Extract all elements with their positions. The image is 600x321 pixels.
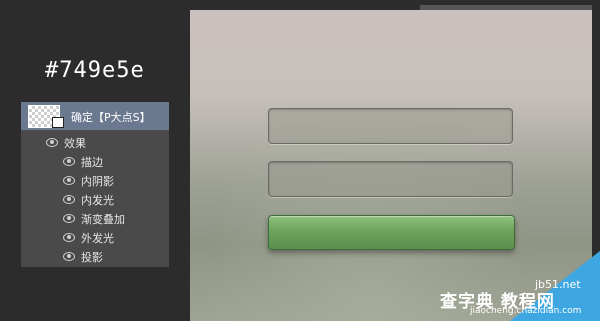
- eye-icon[interactable]: [63, 252, 75, 261]
- eye-icon[interactable]: [46, 138, 58, 147]
- effect-label: 外发光: [81, 232, 114, 245]
- effects-list: 效果 描边 内阴影 内发光 渐变叠加 外发光 投影: [21, 133, 169, 266]
- eye-icon[interactable]: [63, 176, 75, 185]
- effect-label: 投影: [81, 251, 103, 264]
- effects-label: 效果: [64, 137, 86, 150]
- username-field-mockup: [268, 108, 513, 144]
- effects-header[interactable]: 效果: [21, 133, 169, 152]
- layer-fx-icon: [52, 117, 64, 128]
- effect-stroke[interactable]: 描边: [21, 152, 169, 171]
- eye-icon[interactable]: [63, 214, 75, 223]
- eye-icon[interactable]: [63, 233, 75, 242]
- eye-icon[interactable]: [63, 157, 75, 166]
- effect-inner-shadow[interactable]: 内阴影: [21, 171, 169, 190]
- effect-label: 内阴影: [81, 175, 114, 188]
- effect-inner-glow[interactable]: 内发光: [21, 190, 169, 209]
- layer-name: 确定【P大点S】: [71, 111, 151, 124]
- layer-row-selected[interactable]: 确定【P大点S】: [21, 102, 169, 130]
- effect-label: 内发光: [81, 194, 114, 207]
- password-field-mockup: [268, 161, 513, 197]
- effect-outer-glow[interactable]: 外发光: [21, 228, 169, 247]
- watermark-url: jiaocheng.chazidian.com: [470, 306, 582, 316]
- effect-label: 描边: [81, 156, 103, 169]
- eye-icon[interactable]: [63, 195, 75, 204]
- layers-panel: 确定【P大点S】 效果 描边 内阴影 内发光 渐变叠加 外发光 投影: [21, 102, 169, 267]
- effect-drop-shadow[interactable]: 投影: [21, 247, 169, 266]
- color-hex-label: #749e5e: [45, 58, 145, 83]
- effect-label: 渐变叠加: [81, 213, 125, 226]
- effect-gradient-overlay[interactable]: 渐变叠加: [21, 209, 169, 228]
- confirm-button-mockup: [268, 215, 515, 250]
